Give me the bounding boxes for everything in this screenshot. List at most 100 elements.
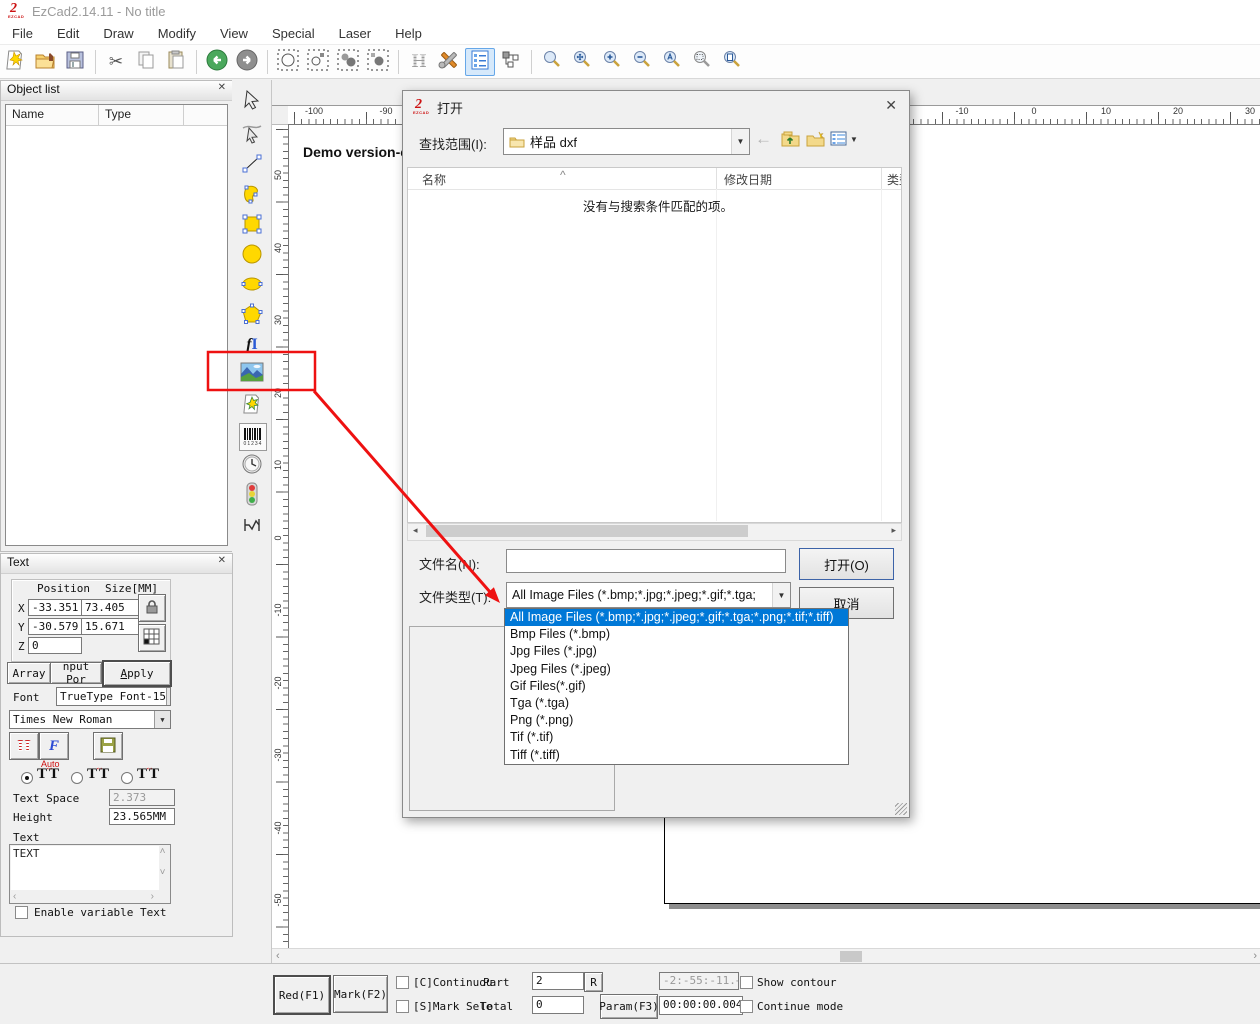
chevron-down-icon[interactable]: ▼ xyxy=(850,135,858,144)
undo-button[interactable] xyxy=(203,49,231,75)
array-button[interactable]: Array xyxy=(7,662,51,684)
new-folder-icon[interactable] xyxy=(806,131,825,150)
input-port-button[interactable]: nput Por xyxy=(50,662,102,684)
char-space-radio[interactable] xyxy=(71,772,83,784)
file-type-option[interactable]: Tif (*.tif) xyxy=(505,729,848,746)
hatch-button[interactable]: H xyxy=(405,49,433,75)
menu-item-view[interactable]: View xyxy=(208,24,260,43)
file-name-input[interactable] xyxy=(506,549,786,573)
file-list[interactable]: 名称 ^ 修改日期 类型 没有与搜索条件匹配的项。 xyxy=(407,167,902,523)
file-type-option[interactable]: Jpeg Files (*.jpeg) xyxy=(505,661,848,678)
scrollbar-handle[interactable] xyxy=(426,525,748,537)
io-tool[interactable] xyxy=(239,482,265,508)
red-f1-button[interactable]: Red(F1) xyxy=(273,975,331,1015)
view-menu-icon[interactable] xyxy=(830,131,847,149)
apply-button[interactable]: Apply xyxy=(102,660,172,687)
part-count-input[interactable]: 2 xyxy=(532,972,584,990)
line-tool[interactable] xyxy=(239,152,265,178)
dialog-title-bar[interactable]: 2 EZCAD 打开 ✕ xyxy=(403,91,909,120)
scroll-left-icon[interactable]: ‹ xyxy=(13,891,16,902)
ungroup-objects-button[interactable] xyxy=(364,49,392,75)
file-type-option[interactable]: Gif Files(*.gif) xyxy=(505,678,848,695)
lock-aspect-button[interactable] xyxy=(138,594,166,622)
chevron-down-icon[interactable]: ▼ xyxy=(166,688,171,705)
anchor-grid-button[interactable] xyxy=(138,624,166,652)
menu-item-laser[interactable]: Laser xyxy=(327,24,384,43)
resize-grip-icon[interactable] xyxy=(895,803,907,815)
menu-item-draw[interactable]: Draw xyxy=(91,24,145,43)
height-input[interactable]: 23.565MM xyxy=(109,808,175,825)
menu-item-special[interactable]: Special xyxy=(260,24,327,43)
object-tree-button[interactable] xyxy=(497,49,525,75)
column-header-name[interactable]: Name xyxy=(6,105,99,125)
back-arrow-icon[interactable]: ← xyxy=(755,129,772,149)
zoom-in-button[interactable] xyxy=(598,49,626,75)
curve-tool[interactable] xyxy=(239,182,265,208)
z-position-input[interactable]: 0 xyxy=(28,637,82,654)
node-edit-tool[interactable] xyxy=(239,121,265,147)
x-size-input[interactable]: 73.405 xyxy=(81,599,139,616)
scroll-right-icon[interactable]: ▸ xyxy=(891,525,896,536)
char-space-auto-radio[interactable] xyxy=(21,772,33,784)
look-in-dropdown[interactable]: 样品 dxf ▼ xyxy=(503,128,750,155)
column-header-type[interactable]: Type xyxy=(99,105,184,125)
open-button[interactable]: 打开(O) xyxy=(799,548,894,580)
file-list-scrollbar[interactable]: ◂ ▸ xyxy=(407,523,902,541)
font-name-dropdown[interactable]: Times New Roman ▼ xyxy=(9,710,171,729)
file-type-option[interactable]: Jpg Files (*.jpg) xyxy=(505,643,848,660)
delay-tool[interactable] xyxy=(239,452,265,478)
param-f3-button[interactable]: Param(F3) xyxy=(600,994,658,1019)
barcode-tool[interactable]: 01234 xyxy=(239,423,267,451)
close-icon[interactable]: ✕ xyxy=(885,97,897,114)
zoom-all-button[interactable] xyxy=(658,49,686,75)
zoom-page-button[interactable] xyxy=(718,49,746,75)
menu-item-edit[interactable]: Edit xyxy=(45,24,91,43)
encoder-tool[interactable] xyxy=(239,512,265,538)
y-position-input[interactable]: -30.579 xyxy=(28,618,82,635)
canvas-horizontal-scrollbar[interactable]: ‹ › xyxy=(272,948,1260,964)
chevron-down-icon[interactable]: ▼ xyxy=(731,129,749,154)
tools-button[interactable] xyxy=(435,49,463,75)
object-list-title[interactable]: Object list ✕ xyxy=(1,81,232,101)
scroll-up-icon[interactable]: ˄ xyxy=(156,846,169,857)
close-icon[interactable]: ✕ xyxy=(218,555,226,566)
zoom-out-button[interactable] xyxy=(628,49,656,75)
redo-button[interactable] xyxy=(233,49,261,75)
scroll-down-icon[interactable]: ˅ xyxy=(156,867,169,878)
circle-tool[interactable] xyxy=(239,242,265,268)
object-list-table[interactable]: Name Type xyxy=(5,104,228,546)
up-folder-icon[interactable] xyxy=(781,131,800,150)
vector-file-tool[interactable] xyxy=(239,392,265,418)
menu-item-file[interactable]: File xyxy=(0,24,45,43)
text-content-input[interactable]: TEXT xyxy=(11,846,159,890)
total-count-input[interactable]: 0 xyxy=(532,996,584,1014)
show-contour-checkbox[interactable] xyxy=(740,976,753,989)
scroll-left-icon[interactable]: ‹ xyxy=(276,950,280,962)
save-button[interactable] xyxy=(61,49,89,75)
file-type-option[interactable]: Bmp Files (*.bmp) xyxy=(505,626,848,643)
mark-f2-button[interactable]: Mark(F2) xyxy=(333,975,388,1013)
chevron-down-icon[interactable]: ▼ xyxy=(154,711,170,728)
y-size-input[interactable]: 15.671 xyxy=(81,618,139,635)
chevron-down-icon[interactable]: ▼ xyxy=(772,583,790,607)
scroll-right-icon[interactable]: › xyxy=(1253,950,1257,962)
x-position-input[interactable]: -33.351 xyxy=(28,599,82,616)
zoom-window-button[interactable] xyxy=(538,49,566,75)
scroll-right-icon[interactable]: › xyxy=(151,891,154,902)
file-type-option[interactable]: All Image Files (*.bmp;*.jpg;*.jpeg;*.gi… xyxy=(505,609,848,626)
menu-item-help[interactable]: Help xyxy=(383,24,434,43)
italic-button[interactable]: F xyxy=(39,732,69,760)
file-type-dropdown[interactable]: All Image Files (*.bmp;*.jpg;*.jpeg;*.gi… xyxy=(504,608,849,765)
save-font-button[interactable] xyxy=(93,732,123,760)
close-icon[interactable]: ✕ xyxy=(218,82,226,93)
continue-mode-checkbox[interactable] xyxy=(740,1000,753,1013)
new-file-button[interactable] xyxy=(1,49,29,75)
file-type-dropdown-box[interactable]: All Image Files (*.bmp;*.jpg;*.jpeg;*.gi… xyxy=(506,582,791,608)
char-width-radio[interactable] xyxy=(121,772,133,784)
continuous-checkbox[interactable] xyxy=(396,976,409,989)
text-tool[interactable]: f I xyxy=(239,332,265,358)
object-properties-button[interactable] xyxy=(465,48,495,76)
text-space-input[interactable]: 2.373 xyxy=(109,789,175,806)
polygon-tool[interactable] xyxy=(239,302,265,328)
text-panel-title[interactable]: Text ✕ xyxy=(1,554,232,574)
